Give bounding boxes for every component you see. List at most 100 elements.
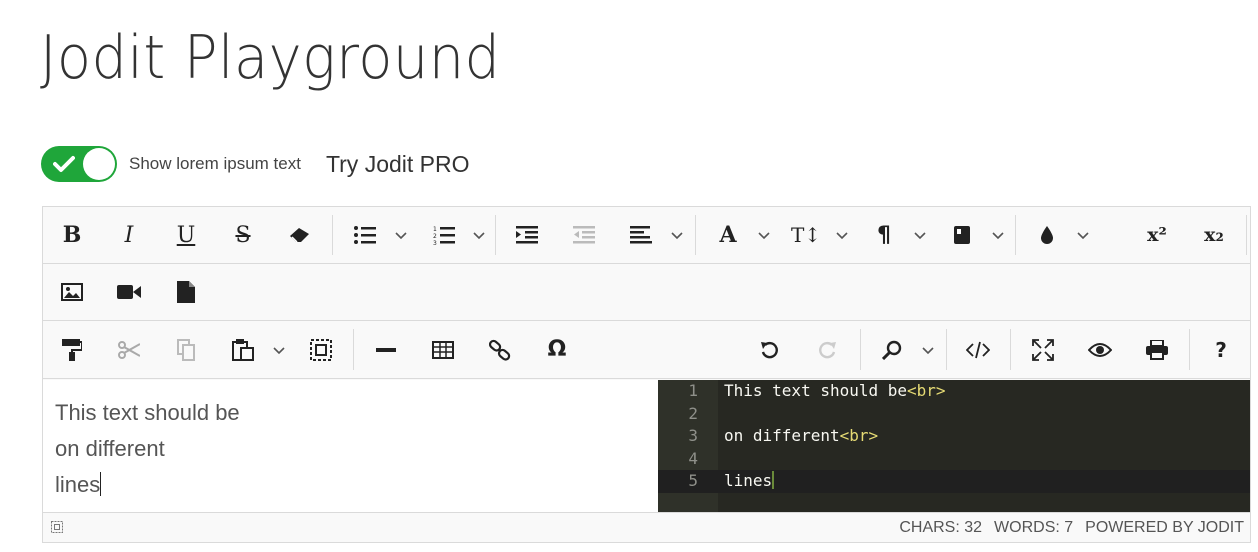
wysiwyg-line: This text should be [55,400,240,425]
undo-icon [761,341,778,358]
brush-button[interactable] [1030,218,1064,252]
bold-icon: B [62,222,82,248]
font-button[interactable]: A [711,218,745,252]
chevron-down-icon[interactable] [393,227,409,243]
chevron-down-icon[interactable] [912,227,928,243]
strikethrough-button[interactable]: S [226,218,260,252]
fullsize-button[interactable] [1026,333,1060,367]
undo-button[interactable] [753,333,787,367]
chevron-down-icon[interactable] [920,342,936,358]
italic-button[interactable]: I [112,218,146,252]
superscript-button[interactable]: x² [1140,218,1174,252]
numbered-list-icon: 123 [433,226,455,245]
copy-button[interactable] [169,333,203,367]
file-icon [177,281,195,303]
numbered-list-button[interactable]: 123 [427,218,461,252]
symbol-button[interactable]: Ω [540,333,574,367]
text-cursor [100,472,102,496]
help-button[interactable]: ? [1204,333,1238,367]
image-button[interactable] [55,275,89,309]
source-line: 2 [658,403,1250,426]
try-jodit-pro-link[interactable]: Try Jodit PRO [326,151,470,178]
lorem-ipsum-switch[interactable] [41,146,117,182]
chevron-down-icon[interactable] [471,227,487,243]
indent-icon [516,226,538,244]
chevron-down-icon[interactable] [990,227,1006,243]
eraser-button[interactable] [283,218,317,252]
select-all-button[interactable] [304,333,338,367]
chevron-down-icon[interactable] [1075,227,1091,243]
wysiwyg-line-last: lines [55,472,102,497]
symbol-icon: Ω [547,337,567,362]
select-all-icon [310,338,332,361]
font-size-button[interactable]: T↕ [789,218,823,252]
indent-button[interactable] [510,218,544,252]
paste-button[interactable] [226,333,260,367]
line-number: 5 [688,471,698,490]
bold-button[interactable]: B [55,218,89,252]
copy-icon [177,338,195,361]
table-icon [432,340,454,359]
page-title: Jodit Playground [40,23,501,93]
switch-knob [83,148,115,180]
wysiwyg-line: on different [55,436,165,461]
copy-format-button[interactable] [55,333,89,367]
classes-button[interactable] [945,218,979,252]
align-left-icon [630,226,652,244]
cut-icon [118,340,140,359]
bulleted-list-button[interactable] [348,218,382,252]
paragraph-button[interactable]: ¶ [867,218,901,252]
align-button[interactable] [624,218,658,252]
redo-icon [819,341,836,358]
source-cursor [772,471,775,489]
toolbar-row-2 [43,264,1250,321]
source-line-active: 5 lines [658,470,1250,493]
line-number: 3 [688,426,698,445]
chevron-down-icon[interactable] [271,342,287,358]
svg-text:1: 1 [433,226,437,233]
file-button[interactable] [169,275,203,309]
bulleted-list-icon [354,226,376,244]
find-button[interactable] [875,333,909,367]
print-button[interactable] [1140,333,1174,367]
toggle-label: Show lorem ipsum text [129,154,301,173]
video-button[interactable] [112,275,146,309]
subscript-icon: x₂ [1204,224,1224,246]
source-button[interactable] [961,333,995,367]
source-icon [966,341,990,358]
link-icon [489,339,511,361]
select-all-small-icon[interactable] [51,521,63,533]
subscript-button[interactable]: x₂ [1197,218,1231,252]
wysiwyg-area[interactable]: This text should be on different lines [43,380,658,513]
jodit-editor: B I U S 123 A T↕ ¶ x² x₂ Ω ? This text s… [42,206,1251,543]
source-line: 3 on different<br> [658,425,1250,448]
redo-button[interactable] [810,333,844,367]
horizontal-rule-icon [376,347,396,352]
chevron-down-icon[interactable] [669,227,685,243]
line-number: 4 [688,448,698,468]
chevron-down-icon[interactable] [834,227,850,243]
words-count: WORDS: 7 [994,519,1074,536]
classes-icon [954,226,970,244]
font-size-icon: T↕ [790,223,822,247]
source-line: 4 [658,448,1250,471]
preview-button[interactable] [1083,333,1117,367]
outdent-icon [573,226,595,244]
preview-icon [1088,342,1112,357]
eraser-icon [290,228,309,243]
outdent-button[interactable] [567,218,601,252]
powered-by-link[interactable]: POWERED BY JODIT [1085,519,1244,537]
horizontal-rule-button[interactable] [369,333,403,367]
strikethrough-icon: S [235,222,251,248]
line-number: 2 [688,403,698,423]
cut-button[interactable] [112,333,146,367]
source-editor[interactable]: 1 This text should be<br> 2 3 on differe… [658,380,1250,513]
font-icon: A [719,222,737,248]
chevron-down-icon[interactable] [756,227,772,243]
table-button[interactable] [426,333,460,367]
paragraph-icon: ¶ [877,222,891,248]
link-button[interactable] [483,333,517,367]
underline-button[interactable]: U [169,218,203,252]
lorem-toggle-row: Show lorem ipsum text Try Jodit PRO [41,146,470,182]
italic-icon: I [124,222,134,248]
